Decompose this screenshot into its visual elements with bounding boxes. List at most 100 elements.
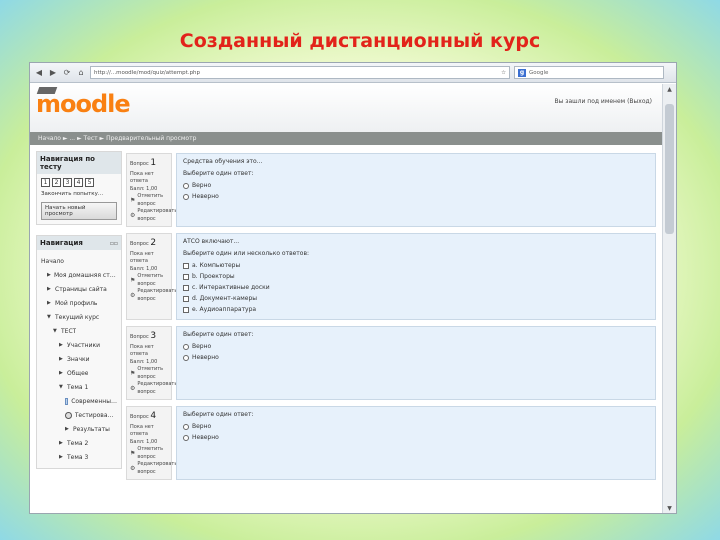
login-info[interactable]: Вы зашли под именем (Выход) bbox=[555, 98, 652, 105]
edit-question-link[interactable]: ⚙ Редактировать вопрос bbox=[130, 288, 177, 303]
question-info: Вопрос 1 Пока нет ответа Балл: 1,00 ⚑ Отмети… bbox=[126, 153, 177, 227]
slide-title: Созданный дистанционный курс bbox=[179, 30, 541, 52]
answer-option[interactable]: Неверно bbox=[183, 432, 649, 443]
answer-option[interactable]: c. Интерактивные доски bbox=[183, 282, 649, 293]
nav-tree-item[interactable]: ▶ Страницы сайта bbox=[41, 282, 117, 296]
question-number-button[interactable]: 1 bbox=[41, 178, 50, 187]
question-number-button[interactable]: 4 bbox=[74, 178, 83, 187]
nav-tree-label: Современные технические средства обучени… bbox=[71, 397, 117, 405]
flag-question-link[interactable]: ⚑ Отметить вопрос bbox=[130, 273, 168, 288]
triangle-right-icon: ▶ bbox=[59, 440, 63, 446]
answer-option[interactable]: Верно bbox=[183, 180, 649, 191]
quiz-icon bbox=[65, 411, 72, 419]
radio-button[interactable] bbox=[183, 343, 189, 350]
nav-tree-label: Тестирование bbox=[74, 411, 117, 419]
nav-tree-item[interactable]: ▼ ТЕСТ bbox=[41, 324, 117, 338]
block-controls-icon[interactable]: ▫▫ bbox=[110, 240, 118, 247]
flag-question-link[interactable]: ⚑ Отметить вопрос bbox=[130, 366, 168, 381]
search-input[interactable]: g Google bbox=[514, 66, 664, 79]
navigation-title: Навигация ▫▫ bbox=[37, 236, 121, 250]
question-label: Вопрос bbox=[130, 161, 151, 167]
question-info: Вопрос 4 Пока нет ответа Балл: 1,00 ⚑ Отмети… bbox=[126, 406, 177, 480]
radio-button[interactable] bbox=[183, 193, 189, 200]
nav-tree-item[interactable]: ▶ Общее bbox=[41, 366, 117, 380]
answer-option[interactable]: e. Аудиоаппаратура bbox=[183, 304, 649, 315]
address-bar[interactable]: http://...moodle/mod/quiz/attempt.php ☆ bbox=[90, 66, 510, 79]
start-new-preview-button[interactable]: Начать новый просмотр bbox=[41, 202, 117, 220]
question-number-button[interactable]: 2 bbox=[52, 178, 61, 187]
checkbox[interactable] bbox=[183, 295, 189, 302]
edit-question-link[interactable]: ⚙ Редактировать вопрос bbox=[130, 461, 177, 476]
quiz-navigation-title: Навигация по тесту bbox=[37, 152, 121, 174]
home-icon[interactable]: ⌂ bbox=[76, 68, 86, 78]
edit-question-link[interactable]: ⚙ Редактировать вопрос bbox=[130, 208, 177, 223]
answer-option-label: Неверно bbox=[192, 354, 219, 361]
scroll-thumb[interactable] bbox=[665, 104, 674, 234]
nav-tree-item[interactable]: ▶Моя домашняя страница bbox=[41, 268, 117, 282]
scroll-down-icon[interactable]: ▼ bbox=[663, 503, 676, 513]
answer-option-label: Верно bbox=[192, 343, 212, 350]
question-number-button[interactable]: 3 bbox=[63, 178, 72, 187]
flag-question-link[interactable]: ⚑ Отметить вопрос bbox=[130, 193, 168, 208]
radio-button[interactable] bbox=[183, 434, 189, 441]
nav-tree-item[interactable]: ▶ Мой профиль bbox=[41, 296, 117, 310]
answer-status: Пока нет ответа bbox=[130, 343, 154, 358]
answer-prompt: Выберите один ответ: bbox=[183, 170, 254, 177]
answer-option[interactable]: Неверно bbox=[183, 352, 649, 363]
radio-button[interactable] bbox=[183, 354, 189, 361]
answer-option[interactable]: Верно bbox=[183, 421, 649, 432]
nav-tree-item[interactable]: Начало bbox=[41, 254, 117, 268]
nav-tree-item[interactable]: ▶ Участники bbox=[41, 338, 117, 352]
nav-tree-label: ТЕСТ bbox=[61, 327, 77, 335]
answer-prompt: Выберите один ответ: bbox=[183, 331, 254, 338]
answer-option[interactable]: a. Компьютеры bbox=[183, 260, 649, 271]
radio-button[interactable] bbox=[183, 423, 189, 430]
nav-tree-item[interactable]: ▶ Тема 3 bbox=[41, 450, 117, 464]
nav-tree-item[interactable]: ▶ Результаты bbox=[41, 422, 117, 436]
scrollbar[interactable]: ▲ ▼ bbox=[662, 84, 676, 513]
reload-icon[interactable]: ⟳ bbox=[62, 68, 72, 78]
questions-column: Вопрос 1 Пока нет ответа Балл: 1,00 ⚑ Отмети… bbox=[126, 153, 656, 486]
nav-tree-item[interactable]: ▼ Текущий курс bbox=[41, 310, 117, 324]
answer-option-label: c. Интерактивные доски bbox=[192, 284, 270, 291]
scroll-up-icon[interactable]: ▲ bbox=[663, 84, 676, 96]
answer-option-label: b. Проекторы bbox=[192, 273, 235, 280]
question-number-value: 1 bbox=[150, 158, 157, 168]
question-number-value: 2 bbox=[150, 238, 157, 248]
arrow-right-icon[interactable]: ▶ bbox=[48, 68, 58, 78]
answer-option[interactable]: b. Проекторы bbox=[183, 271, 649, 282]
arrow-left-icon[interactable]: ◀ bbox=[34, 68, 44, 78]
question-block: Вопрос 1 Пока нет ответа Балл: 1,00 ⚑ Отмети… bbox=[126, 153, 656, 227]
question-number-button[interactable]: 5 bbox=[85, 178, 94, 187]
triangle-right-icon: ▶ bbox=[47, 300, 51, 306]
nav-tree-label: Тема 2 bbox=[67, 439, 89, 447]
answer-option-label: a. Компьютеры bbox=[192, 262, 241, 269]
radio-button[interactable] bbox=[183, 182, 189, 189]
question-number: Вопрос 3 bbox=[130, 330, 168, 344]
flag-question-label: Отметить вопрос bbox=[137, 193, 164, 207]
answer-option[interactable]: d. Документ-камеры bbox=[183, 293, 649, 304]
question-body: АТСО включают... Выберите один или нескол… bbox=[176, 233, 656, 320]
checkbox[interactable] bbox=[183, 273, 189, 280]
checkbox[interactable] bbox=[183, 262, 189, 269]
nav-tree-item[interactable]: Современные технические средства обучени… bbox=[41, 394, 117, 408]
nav-tree-item[interactable]: ▶ Значки bbox=[41, 352, 117, 366]
flag-question-link[interactable]: ⚑ Отметить вопрос bbox=[130, 446, 168, 461]
answer-option-label: Неверно bbox=[192, 193, 219, 200]
answer-option[interactable]: Неверно bbox=[183, 191, 649, 202]
checkbox[interactable] bbox=[183, 284, 189, 291]
checkbox[interactable] bbox=[183, 306, 189, 313]
question-number: Вопрос 2 bbox=[130, 237, 168, 251]
edit-question-link[interactable]: ⚙ Редактировать вопрос bbox=[130, 381, 177, 396]
star-icon[interactable]: ☆ bbox=[501, 70, 506, 76]
answer-option[interactable]: Верно bbox=[183, 341, 649, 352]
triangle-right-icon: ▶ bbox=[59, 342, 63, 348]
nav-tree-item[interactable]: ▶ Тема 2 bbox=[41, 436, 117, 450]
nav-tree-item[interactable]: Тестирование bbox=[41, 408, 117, 422]
moodle-logo[interactable]: moodle bbox=[36, 90, 131, 118]
nav-tree-item[interactable]: ▼ Тема 1 bbox=[41, 380, 117, 394]
triangle-down-icon: ▼ bbox=[59, 384, 63, 390]
finish-attempt-link[interactable]: Закончить попытку... bbox=[41, 191, 117, 197]
question-marks: Балл: 1,00 bbox=[130, 358, 158, 365]
breadcrumb[interactable]: Начало ► ... ► Тест ► Предварительный пр… bbox=[30, 132, 662, 145]
